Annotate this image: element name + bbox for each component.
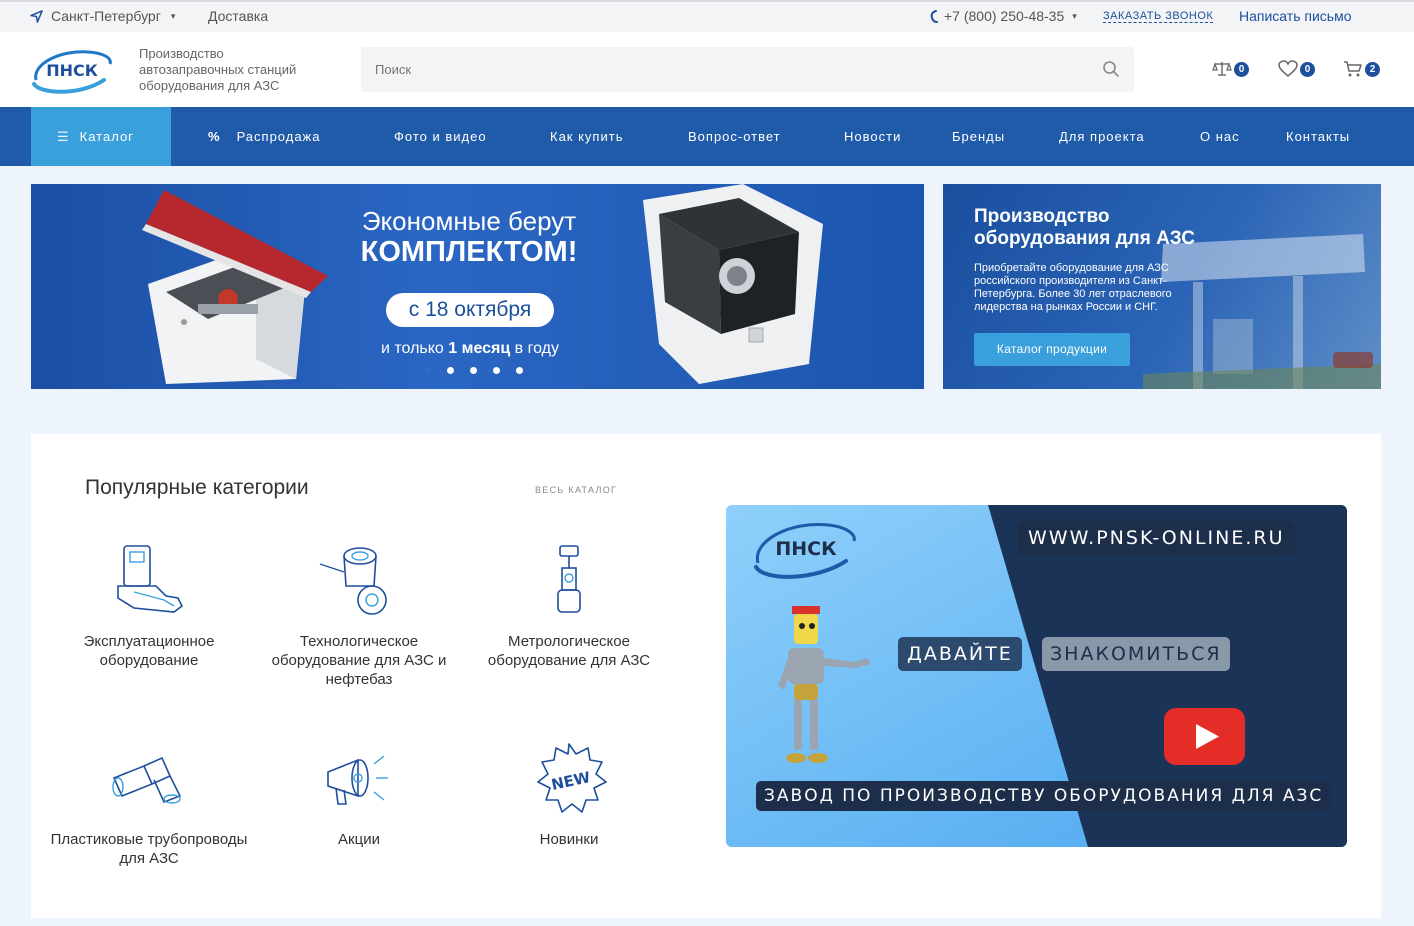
- category-label: Пластиковые трубопроводы для АЗС: [50, 831, 248, 867]
- pnsk-logo: ПНСК: [754, 522, 856, 579]
- site-url-tag: WWW.PNSK-ONLINE.RU: [1018, 521, 1295, 555]
- slider-dot[interactable]: [470, 367, 477, 374]
- video-caption: ЗАВОД ПО ПРОИЗВОДСТВУ ОБОРУДОВАНИЯ ДЛЯ А…: [756, 781, 1332, 811]
- nav-brands[interactable]: Бренды: [952, 107, 1005, 166]
- open-box-illustration: [142, 190, 328, 384]
- search-icon[interactable]: [1102, 60, 1120, 78]
- phone-number: +7 (800) 250-48-35: [944, 8, 1065, 24]
- scales-icon: [1212, 62, 1232, 76]
- phone-selector[interactable]: +7 (800) 250-48-35 ▾: [930, 8, 1077, 24]
- cart-count-badge: 2: [1365, 61, 1380, 77]
- meter-icon: [557, 545, 581, 613]
- search-input[interactable]: [361, 47, 1081, 92]
- nav-sale[interactable]: % Распродажа: [208, 107, 321, 166]
- valve-icon: [319, 547, 387, 615]
- video-logo-text: ПНСК: [775, 538, 837, 560]
- favorites-button[interactable]: 0: [1278, 60, 1315, 78]
- slider-dot[interactable]: [516, 367, 523, 374]
- robot-mascot: [778, 606, 870, 763]
- intro-video[interactable]: ПНСК WWW.PNSK-ONLINE.RU ДАВАЙТЕ ЗНАКОМИТ…: [726, 505, 1347, 847]
- pnsk-logo[interactable]: ПНСК: [30, 44, 114, 96]
- hero-date-pill: с 18 октября: [386, 293, 554, 327]
- catalog-products-button[interactable]: Каталог продукции: [974, 333, 1130, 366]
- favorites-count-badge: 0: [1300, 61, 1315, 77]
- promo-banner: Производство оборудования для АЗС Приобр…: [943, 184, 1381, 389]
- callback-link[interactable]: ЗАКАЗАТЬ ЗВОНОК: [1103, 10, 1214, 23]
- closed-box-illustration: [643, 184, 823, 384]
- all-catalog-link[interactable]: ВЕСЬ КАТАЛОГ: [535, 485, 617, 495]
- category-label: Технологическое оборудование для АЗС и н…: [271, 633, 447, 688]
- search-box: [361, 47, 1134, 92]
- hero-slider[interactable]: Экономные берут КОМПЛЕКТОМ! с 18 октября…: [31, 184, 924, 389]
- megaphone-icon: [327, 755, 388, 805]
- nav-for-project[interactable]: Для проекта: [1059, 107, 1145, 166]
- nav-catalog-label: Каталог: [79, 129, 134, 144]
- slider-dot[interactable]: [493, 367, 500, 374]
- slider-dot[interactable]: [447, 367, 454, 374]
- location-arrow-icon: [30, 9, 43, 23]
- logo-text: ПНСК: [46, 61, 98, 80]
- video-word-tag: ДАВАЙТЕ: [898, 637, 1022, 671]
- tagline-line: автозаправочных станций: [139, 62, 297, 77]
- hero-line-bold: КОМПЛЕКТОМ!: [360, 236, 578, 268]
- category-card[interactable]: Пластиковые трубопроводы для АЗС: [49, 740, 249, 868]
- site-tagline: Производство автозаправочных станций обо…: [139, 46, 329, 94]
- nav-how-to-buy[interactable]: Как купить: [550, 107, 623, 166]
- hero-sub-part: и только: [381, 340, 449, 357]
- phone-icon: [930, 9, 938, 23]
- section-title: Популярные категории: [85, 476, 309, 499]
- delivery-link[interactable]: Доставка: [208, 8, 268, 24]
- category-label: Эксплуатационное оборудование: [83, 633, 215, 669]
- nav-faq[interactable]: Вопрос-ответ: [688, 107, 781, 166]
- nav-catalog[interactable]: ☰ Каталог: [31, 107, 171, 166]
- category-label: Акции: [338, 831, 380, 848]
- hero-sub-bold: 1 месяц: [448, 340, 511, 357]
- category-card[interactable]: Технологическое оборудование для АЗС и н…: [259, 542, 459, 689]
- slider-dot[interactable]: [424, 367, 431, 374]
- tagline-line: оборудования для АЗС: [139, 78, 280, 93]
- write-letter-link[interactable]: Написать письмо: [1239, 8, 1351, 24]
- compare-count-badge: 0: [1234, 61, 1249, 77]
- promo-text: Приобретайте оборудование для АЗС россий…: [974, 262, 1172, 313]
- cart-button[interactable]: 2: [1343, 60, 1380, 78]
- city-name: Санкт-Петербург: [51, 8, 161, 24]
- chevron-down-icon: ▾: [170, 10, 176, 21]
- main-nav: ☰ Каталог % Распродажа Фото и видео Как ку…: [0, 107, 1414, 166]
- nav-about[interactable]: О нас: [1200, 107, 1240, 166]
- youtube-play-icon[interactable]: [1164, 708, 1245, 765]
- pipe-icon: [112, 756, 182, 804]
- nav-contacts[interactable]: Контакты: [1286, 107, 1350, 166]
- category-label: Метрологическое оборудование для АЗС: [487, 633, 651, 669]
- hero-sub-part: в году: [510, 340, 559, 357]
- tagline-line: Производство: [139, 46, 224, 61]
- category-card[interactable]: Метрологическое оборудование для АЗС: [469, 542, 669, 670]
- category-label: Новинки: [539, 831, 599, 848]
- city-selector[interactable]: Санкт-Петербург ▾: [30, 8, 175, 24]
- percent-icon: %: [208, 129, 221, 144]
- cart-icon: [1344, 61, 1362, 77]
- hero-line: Экономные берут: [361, 206, 577, 236]
- compare-button[interactable]: 0: [1212, 60, 1249, 78]
- list-icon: ☰: [57, 129, 70, 144]
- hero-heading: Экономные берут КОМПЛЕКТОМ!: [354, 206, 584, 268]
- nav-label: Распродажа: [236, 129, 321, 144]
- heart-icon: [1278, 60, 1298, 77]
- category-card[interactable]: Эксплуатационное оборудование: [49, 542, 249, 670]
- slider-dots: [424, 367, 523, 374]
- site-header: ПНСК Производство автозаправочных станци…: [0, 32, 1414, 107]
- new-badge-icon: NEW: [537, 743, 607, 813]
- hero-subtitle: и только 1 месяц в году: [345, 340, 595, 358]
- video-word-tag: ЗНАКОМИТЬСЯ: [1042, 637, 1230, 671]
- tank-cover-icon: [117, 545, 184, 613]
- nav-photo-video[interactable]: Фото и видео: [394, 107, 487, 166]
- chevron-down-icon: ▾: [1072, 10, 1077, 21]
- popular-categories-panel: Популярные категории ВЕСЬ КАТАЛОГ Эксплу…: [31, 434, 1381, 918]
- top-bar: Санкт-Петербург ▾ Доставка +7 (800) 250-4…: [0, 0, 1414, 32]
- svg-text:NEW: NEW: [550, 768, 593, 794]
- promo-title: Производство оборудования для АЗС: [974, 206, 1195, 249]
- category-card[interactable]: NEW Новинки: [469, 740, 669, 849]
- nav-news[interactable]: Новости: [844, 107, 901, 166]
- category-card[interactable]: Акции: [259, 740, 459, 849]
